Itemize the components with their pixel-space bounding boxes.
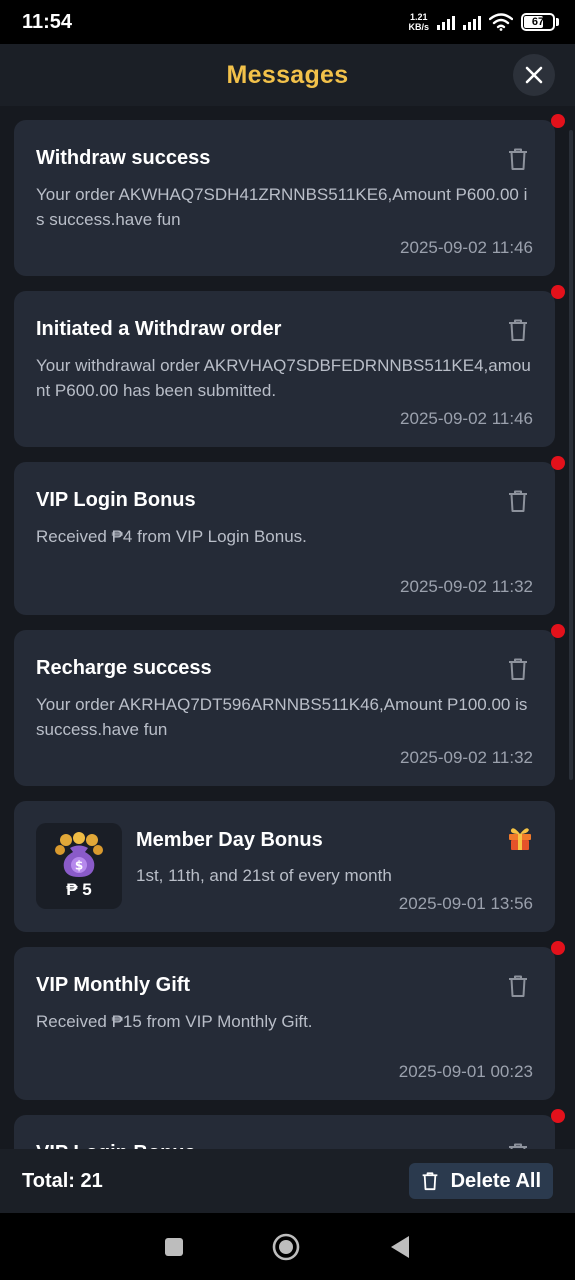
message-card[interactable]: VIP Login Bonus xyxy=(14,1109,565,1149)
trash-icon[interactable] xyxy=(507,147,529,171)
gift-icon xyxy=(509,828,531,850)
promo-info: Member Day Bonus 1st, 11th, and 21st of … xyxy=(136,823,533,914)
trash-icon[interactable] xyxy=(507,318,529,342)
recents-icon[interactable] xyxy=(164,1237,184,1257)
signal-icon xyxy=(437,14,455,30)
footer-bar: Total: 21 Delete All xyxy=(0,1149,575,1213)
message-title: Initiated a Withdraw order xyxy=(36,318,282,340)
status-bar: 11:54 1.21 KB/s 67 xyxy=(0,0,575,44)
battery-icon: 67 xyxy=(521,13,559,31)
page-header: Messages xyxy=(0,44,575,106)
home-icon[interactable] xyxy=(272,1233,300,1261)
message-list[interactable]: Withdraw success Your order AKWHAQ7SDH41… xyxy=(0,106,575,1149)
promo-body: 1st, 11th, and 21st of every month xyxy=(136,866,392,885)
trash-icon xyxy=(422,1172,437,1191)
system-nav-bar xyxy=(0,1213,575,1280)
signal-icon-2 xyxy=(463,14,481,30)
message-body: Received ₱15 from VIP Monthly Gift. xyxy=(36,1012,313,1031)
wifi-icon xyxy=(489,13,513,31)
message-time: 2025-09-02 11:32 xyxy=(400,577,533,596)
unread-dot xyxy=(551,941,565,955)
message-title: Withdraw success xyxy=(36,147,211,169)
message-time: 2025-09-02 11:46 xyxy=(400,238,533,257)
total-count: Total: 21 xyxy=(22,1169,103,1192)
unread-dot xyxy=(551,114,565,128)
message-body: Your order AKRHAQ7DT596ARNNBS511K46,Amou… xyxy=(36,695,528,739)
message-body: Received ₱4 from VIP Login Bonus. xyxy=(36,527,307,546)
trash-icon[interactable] xyxy=(507,974,529,998)
back-icon[interactable] xyxy=(389,1235,411,1259)
message-title: VIP Monthly Gift xyxy=(36,974,191,996)
message-card[interactable]: Initiated a Withdraw order Your withdraw… xyxy=(14,285,565,447)
close-icon xyxy=(525,66,543,84)
trash-icon[interactable] xyxy=(507,1142,529,1149)
status-time: 11:54 xyxy=(22,10,73,33)
unread-dot xyxy=(551,624,565,638)
unread-dot xyxy=(551,1109,565,1123)
promo-card[interactable]: $ ₱ 5 Member Day Bonus 1st, 11th, and 21… xyxy=(14,801,555,932)
trash-icon[interactable] xyxy=(507,489,529,513)
status-icons: 1.21 KB/s 67 xyxy=(408,12,559,32)
trash-icon[interactable] xyxy=(507,657,529,681)
network-speed: 1.21 KB/s xyxy=(408,12,429,32)
promo-thumbnail: $ ₱ 5 xyxy=(36,823,122,909)
close-button[interactable] xyxy=(513,54,555,96)
message-card[interactable]: Recharge success Your order AKRHAQ7DT596… xyxy=(14,624,565,786)
page-title: Messages xyxy=(226,60,349,89)
message-body: Your withdrawal order AKRVHAQ7SDBFEDRNNB… xyxy=(36,356,531,400)
message-card[interactable]: Withdraw success Your order AKWHAQ7SDH41… xyxy=(14,114,565,276)
battery-level: 67 xyxy=(531,16,545,28)
delete-all-label: Delete All xyxy=(450,1169,541,1192)
message-time: 2025-09-01 00:23 xyxy=(398,1062,533,1081)
message-title: Recharge success xyxy=(36,657,212,679)
message-title: VIP Login Bonus xyxy=(36,1141,533,1149)
promo-title: Member Day Bonus xyxy=(136,829,323,851)
promo-time: 2025-09-01 13:56 xyxy=(398,894,533,913)
message-card[interactable]: VIP Login Bonus Received ₱4 from VIP Log… xyxy=(14,456,565,615)
message-body: Your order AKWHAQ7SDH41ZRNNBS511KE6,Amou… xyxy=(36,185,528,229)
message-card[interactable]: VIP Monthly Gift Received ₱15 from VIP M… xyxy=(14,941,565,1100)
unread-dot xyxy=(551,456,565,470)
promo-amount: ₱ 5 xyxy=(66,880,92,899)
unread-dot xyxy=(551,285,565,299)
message-title: VIP Login Bonus xyxy=(36,489,196,511)
money-bag-icon: $ xyxy=(55,832,103,877)
delete-all-button[interactable]: Delete All xyxy=(408,1163,553,1199)
message-time: 2025-09-02 11:32 xyxy=(400,748,533,767)
svg-text:$: $ xyxy=(75,859,83,873)
scrollbar[interactable] xyxy=(569,130,573,780)
message-time: 2025-09-02 11:46 xyxy=(400,409,533,428)
network-speed-unit: KB/s xyxy=(408,22,429,32)
network-speed-value: 1.21 xyxy=(409,12,428,22)
